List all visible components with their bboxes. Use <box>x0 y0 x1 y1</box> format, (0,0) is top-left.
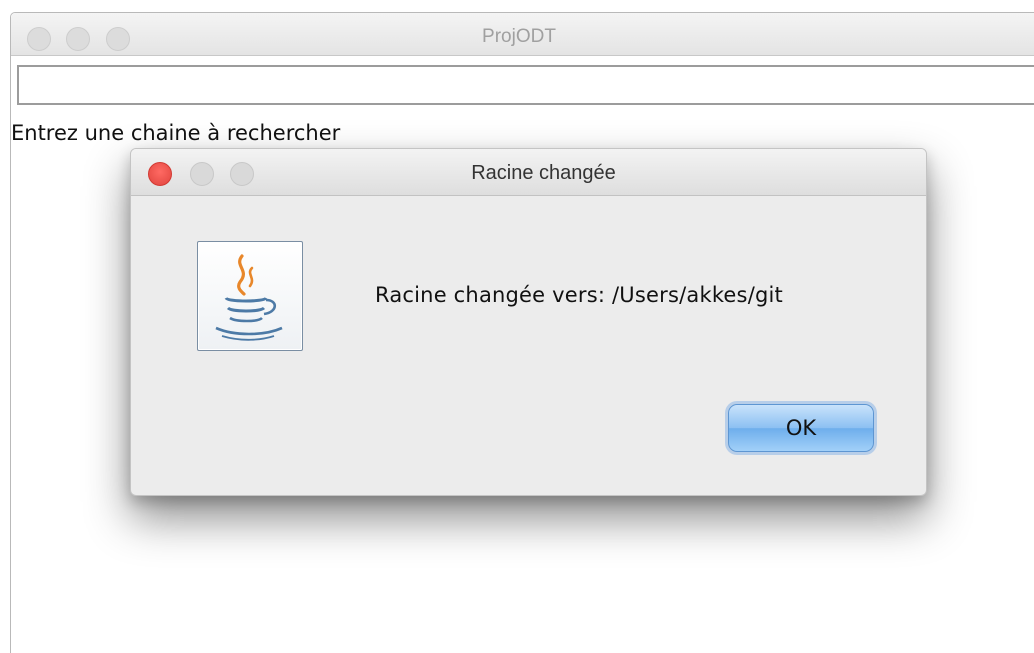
message-dialog: Racine changée Racine changée vers: /Use… <box>130 148 927 496</box>
search-input[interactable] <box>17 65 1034 105</box>
window-title: ProjODT <box>482 26 556 47</box>
dialog-titlebar: Racine changée <box>131 149 926 196</box>
ok-button[interactable]: OK <box>728 404 874 452</box>
dialog-message: Racine changée vers: /Users/akkes/git <box>375 283 783 307</box>
java-coffee-cup-icon <box>197 241 303 351</box>
main-titlebar: ProjODT <box>11 13 1034 56</box>
search-label: Entrez une chaine à rechercher <box>11 121 341 145</box>
dialog-title: Racine changée <box>471 162 616 184</box>
